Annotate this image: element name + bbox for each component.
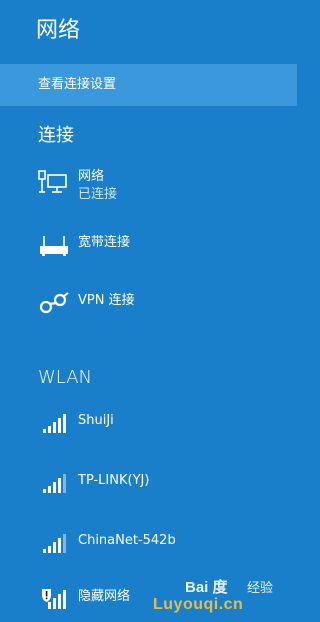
- connection-item-broadband[interactable]: 宽带连接: [0, 228, 297, 260]
- wifi-signal-warning-icon: [42, 589, 66, 609]
- watermark-domain: Luyouqi.cn: [153, 596, 244, 613]
- connection-status: 已连接: [78, 187, 118, 202]
- broadband-modem-icon: [40, 236, 68, 256]
- view-connection-settings-label: 查看连接设置: [38, 77, 117, 92]
- baidu-jingyan-watermark: Bai 度 经验 Luyouqi.cn: [153, 576, 293, 616]
- vpn-link-icon: [39, 292, 69, 314]
- connections-heading: 连接: [38, 125, 74, 146]
- connection-item-vpn[interactable]: VPN 连接: [0, 286, 297, 318]
- wifi-network-item[interactable]: ChinaNet-542b: [0, 524, 297, 564]
- wifi-network-item[interactable]: TP-LINK(YJ): [0, 464, 297, 504]
- connection-item-network[interactable]: 网络 已连接: [0, 166, 297, 208]
- wlan-heading: WLAN: [38, 367, 93, 388]
- wifi-network-name: ShuiJi: [78, 413, 114, 428]
- connection-name: 宽带连接: [78, 235, 131, 250]
- wifi-network-name: TP-LINK(YJ): [78, 473, 150, 488]
- connection-name: 网络: [78, 169, 105, 184]
- panel-title: 网络: [36, 18, 81, 43]
- watermark-logo: Bai 度: [185, 579, 228, 596]
- wifi-signal-icon: [43, 534, 66, 553]
- wired-network-icon: [38, 170, 67, 193]
- wifi-signal-icon: [43, 414, 66, 433]
- wifi-network-name: ChinaNet-542b: [78, 533, 176, 548]
- connection-name: VPN 连接: [78, 293, 135, 308]
- wifi-signal-icon: [43, 474, 66, 493]
- wifi-network-item[interactable]: ShuiJi: [0, 404, 297, 444]
- view-connection-settings-link[interactable]: 查看连接设置: [0, 64, 297, 106]
- wifi-network-name: 隐藏网络: [78, 589, 131, 604]
- watermark-logo-suffix: 经验: [247, 581, 274, 596]
